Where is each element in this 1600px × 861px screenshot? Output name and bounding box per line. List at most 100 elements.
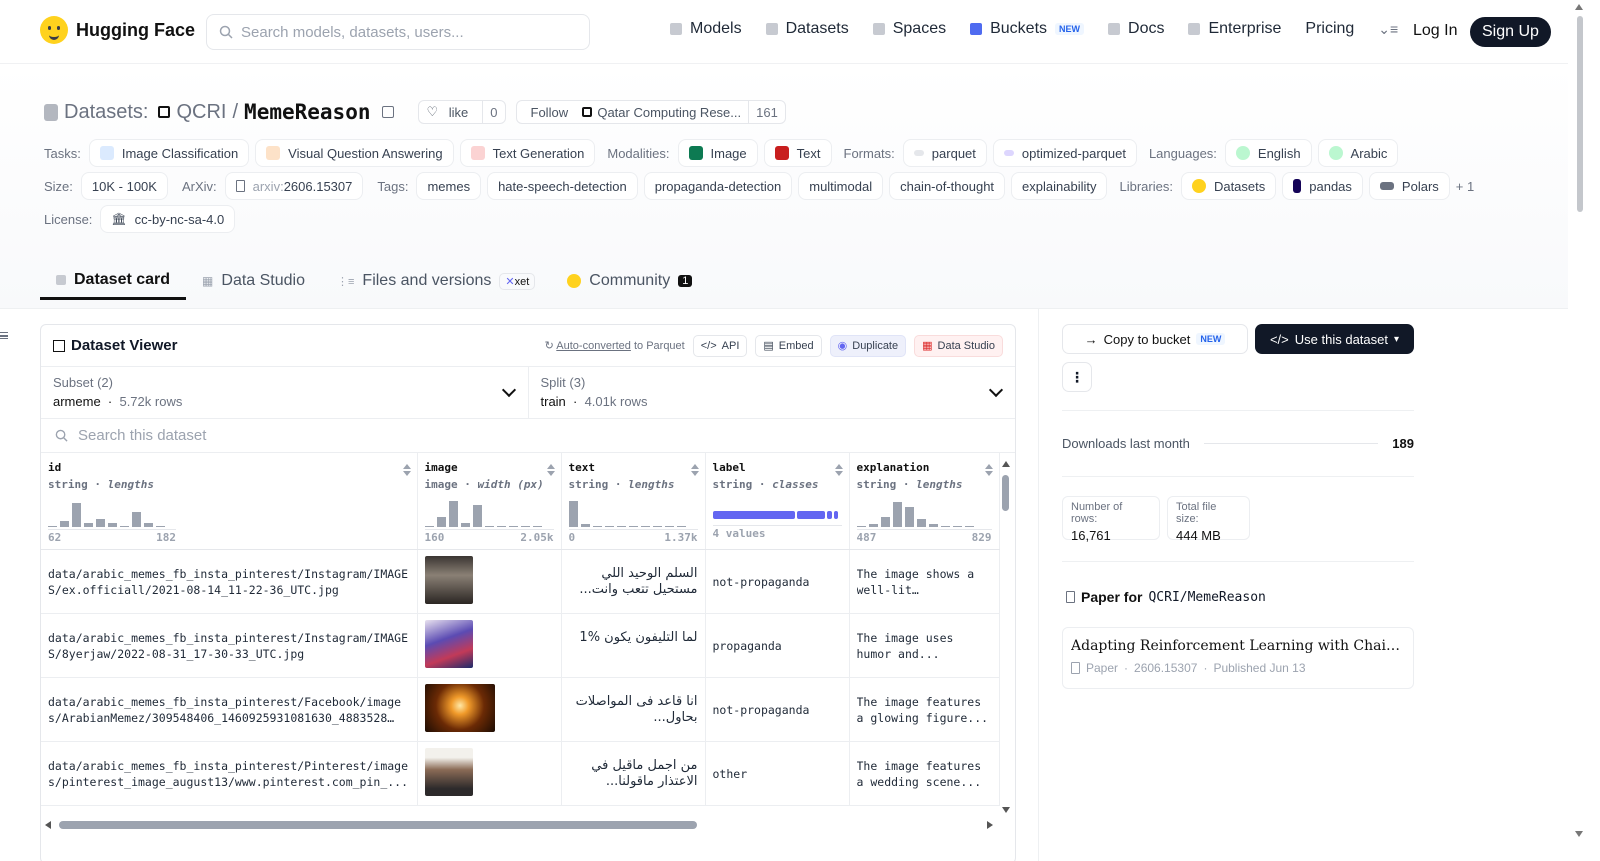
cell-image[interactable] xyxy=(417,741,562,806)
cell-label[interactable]: not-propaganda xyxy=(705,677,850,742)
sort-icon[interactable] xyxy=(984,464,993,476)
dataset-name[interactable]: MemeReason xyxy=(244,100,370,124)
signup-button[interactable]: Sign Up xyxy=(1470,17,1551,47)
cell-explanation[interactable]: The image features a glowing figure... xyxy=(849,677,1000,742)
like-button[interactable]: ♡ like 0 xyxy=(418,100,506,124)
nav-enterprise[interactable]: Enterprise xyxy=(1188,20,1281,38)
data-studio-button[interactable]: ▦ Data Studio xyxy=(914,334,1003,357)
sort-icon[interactable] xyxy=(690,464,699,476)
arxiv-tag[interactable]: arxiv:2606.15307 xyxy=(224,172,364,200)
cell-label[interactable]: other xyxy=(705,741,850,806)
libraries-more[interactable]: + 1 xyxy=(1456,179,1474,194)
brand-logo[interactable]: Hugging Face xyxy=(40,16,195,44)
tab-dataset-card[interactable]: Dataset card xyxy=(40,262,187,300)
table-row[interactable]: data/arabic_memes_fb_insta_pinterest/Fac… xyxy=(41,677,1000,742)
sort-icon[interactable] xyxy=(402,464,411,476)
cell-text[interactable]: لما التليفون يكون %1 xyxy=(561,613,706,678)
scroll-thumb[interactable] xyxy=(1002,475,1009,511)
format-tag[interactable]: parquet xyxy=(902,139,987,167)
task-tag[interactable]: Visual Question Answering xyxy=(255,139,454,167)
paper-title[interactable]: Adapting Reinforcement Learning with Cha… xyxy=(1071,638,1405,654)
org-link[interactable]: QCRI xyxy=(176,101,226,124)
embed-button[interactable]: ▤ Embed xyxy=(755,334,822,357)
topic-tag[interactable]: chain-of-thought xyxy=(889,172,1006,200)
nav-datasets[interactable]: Datasets xyxy=(765,20,849,38)
column-header-id[interactable]: id string · lengths 62 182 xyxy=(41,453,418,550)
more-options-button[interactable]: ⋮ xyxy=(1062,362,1092,392)
nav-docs[interactable]: Docs xyxy=(1108,20,1164,38)
cell-image[interactable] xyxy=(417,613,562,678)
tab-files[interactable]: ⋮≡ Files and versions ✕xet xyxy=(321,262,551,300)
cell-image[interactable] xyxy=(417,677,562,742)
scroll-left-icon[interactable] xyxy=(45,821,51,829)
cell-id[interactable]: data/arabic_memes_fb_insta_pinterest/Ins… xyxy=(41,613,418,678)
toc-toggle-icon[interactable] xyxy=(0,332,8,339)
license-tag[interactable]: 🏛 cc-by-nc-sa-4.0 xyxy=(100,205,236,233)
global-search-input[interactable]: Search models, datasets, users... xyxy=(206,14,590,50)
task-tag[interactable]: Image Classification xyxy=(88,139,250,167)
size-tag[interactable]: 10K - 100K xyxy=(80,172,168,200)
dataset-search-input[interactable]: Search this dataset xyxy=(41,419,1015,453)
meme-thumbnail[interactable] xyxy=(424,619,473,668)
nav-spaces[interactable]: Spaces xyxy=(872,20,946,38)
login-link[interactable]: Log In xyxy=(1413,22,1457,40)
cell-label[interactable]: not-propaganda xyxy=(705,549,850,614)
tab-data-studio[interactable]: ▦ Data Studio xyxy=(186,262,321,300)
topic-tag[interactable]: multimodal xyxy=(798,172,884,200)
paper-card[interactable]: Adapting Reinforcement Learning with Cha… xyxy=(1062,627,1414,689)
scroll-down-icon[interactable] xyxy=(1575,831,1583,837)
copy-icon[interactable] xyxy=(382,106,395,118)
language-tag[interactable]: English xyxy=(1224,139,1312,167)
cell-text[interactable]: من اجمل ماقيل في الاعتذار ماقولنا... xyxy=(561,741,706,806)
follow-button[interactable]: Follow Qatar Computing Rese... 161 xyxy=(515,100,786,124)
topic-tag[interactable]: hate-speech-detection xyxy=(487,172,638,200)
more-menu-icon[interactable]: ⌄≡ xyxy=(1378,21,1398,38)
meme-thumbnail[interactable] xyxy=(424,747,473,796)
column-header-explanation[interactable]: explanation string · lengths 487 829 xyxy=(849,453,1000,550)
scroll-up-icon[interactable] xyxy=(1002,461,1010,467)
task-tag[interactable]: Text Generation xyxy=(459,139,596,167)
cell-explanation[interactable]: The image shows a well-lit airplane... xyxy=(849,549,1000,614)
cell-explanation[interactable]: The image features a wedding scene... xyxy=(849,741,1000,806)
topic-tag[interactable]: explainability xyxy=(1011,172,1108,200)
subset-select[interactable]: Subset (2) armeme · 5.72k rows xyxy=(41,367,528,418)
nav-buckets[interactable]: Buckets NEW xyxy=(970,20,1085,38)
modality-tag[interactable]: Text xyxy=(763,139,832,167)
library-tag[interactable]: pandas xyxy=(1282,172,1363,200)
cell-id[interactable]: data/arabic_memes_fb_insta_pinterest/Pin… xyxy=(41,741,418,806)
tab-community[interactable]: Community 1 xyxy=(551,262,708,300)
topic-tag[interactable]: memes xyxy=(416,172,482,200)
language-tag[interactable]: Arabic xyxy=(1317,139,1399,167)
scroll-thumb[interactable] xyxy=(59,821,697,829)
table-row[interactable]: data/arabic_memes_fb_insta_pinterest/Pin… xyxy=(41,741,1000,806)
api-button[interactable]: </> API xyxy=(692,334,748,357)
table-vertical-scrollbar[interactable] xyxy=(1001,461,1011,813)
table-horizontal-scrollbar[interactable] xyxy=(45,819,995,831)
use-dataset-button[interactable]: </> Use this dataset ▾ xyxy=(1255,324,1414,354)
column-header-image[interactable]: image image · width (px) 160 2.05k xyxy=(417,453,562,550)
modality-tag[interactable]: Image xyxy=(677,139,758,167)
cell-explanation[interactable]: The image uses humor and... xyxy=(849,613,1000,678)
meme-thumbnail[interactable] xyxy=(424,555,473,604)
table-row[interactable]: data/arabic_memes_fb_insta_pinterest/Ins… xyxy=(41,613,1000,678)
nav-models[interactable]: Models xyxy=(670,20,742,38)
duplicate-button[interactable]: ◉ Duplicate xyxy=(829,334,907,357)
cell-label[interactable]: propaganda xyxy=(705,613,850,678)
column-header-label[interactable]: label string · classes 4 values xyxy=(705,453,850,550)
cell-id[interactable]: data/arabic_memes_fb_insta_pinterest/Ins… xyxy=(41,549,418,614)
cell-image[interactable] xyxy=(417,549,562,614)
sort-icon[interactable] xyxy=(546,464,555,476)
cell-text[interactable]: انا قاعد فى المواصلات بحاول... xyxy=(561,677,706,742)
page-scroll-thumb[interactable] xyxy=(1577,16,1583,212)
library-tag[interactable]: Polars xyxy=(1368,172,1450,200)
scroll-down-icon[interactable] xyxy=(1002,807,1010,813)
cell-id[interactable]: data/arabic_memes_fb_insta_pinterest/Fac… xyxy=(41,677,418,742)
table-row[interactable]: data/arabic_memes_fb_insta_pinterest/Ins… xyxy=(41,549,1000,614)
split-select[interactable]: Split (3) train · 4.01k rows xyxy=(527,367,1016,418)
scroll-right-icon[interactable] xyxy=(987,821,993,829)
format-tag[interactable]: optimized-parquet xyxy=(992,139,1137,167)
sort-icon[interactable] xyxy=(834,464,843,476)
meme-thumbnail[interactable] xyxy=(424,683,495,732)
auto-converted-link[interactable]: Auto-converted xyxy=(556,340,631,352)
page-scrollbar[interactable] xyxy=(1568,0,1600,861)
